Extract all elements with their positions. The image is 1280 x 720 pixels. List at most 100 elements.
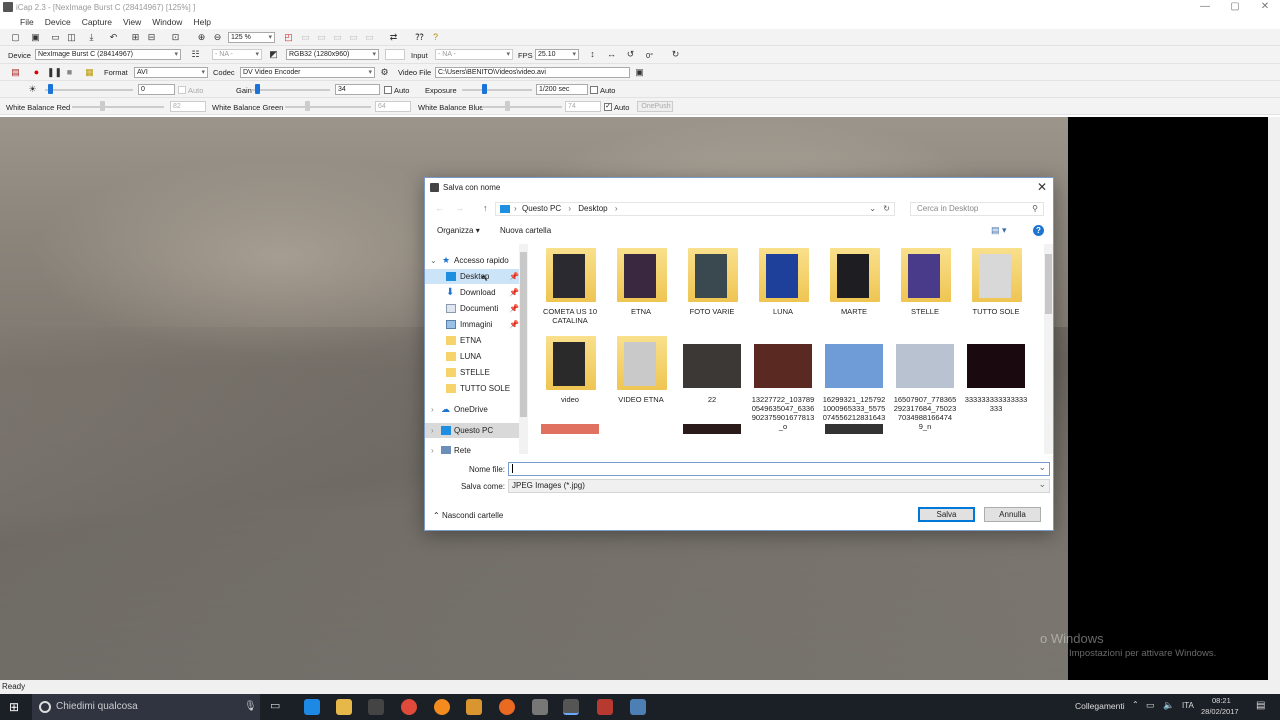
nav-stelle[interactable]: STELLE — [425, 365, 521, 380]
wb-auto-checkbox[interactable]: ✓ — [604, 103, 612, 111]
nav-tutto-sole[interactable]: TUTTO SOLE — [425, 381, 521, 396]
format-icon[interactable]: ◩ — [268, 49, 279, 60]
hide-folders-toggle[interactable]: ⌃ Nascondi cartelle — [433, 511, 503, 520]
folder-item[interactable]: VIDEO ETNA — [608, 336, 674, 422]
breadcrumb-questo-pc[interactable]: Questo PC — [522, 204, 561, 213]
edge-icon[interactable] — [304, 699, 320, 715]
exposure-value[interactable]: 1/200 sec — [536, 84, 588, 95]
organize-menu[interactable]: Organizza ▾ — [437, 226, 480, 235]
language-indicator[interactable]: ITA — [1182, 701, 1194, 710]
menu-device[interactable]: Device — [45, 17, 71, 27]
address-dropdown-icon[interactable]: ⌄ — [869, 203, 876, 215]
gain-slider-thumb[interactable] — [255, 84, 260, 94]
open-icon[interactable]: ▭ — [50, 32, 61, 43]
device-select[interactable]: NexImage Burst C (28414967) — [35, 49, 181, 60]
refresh-icon[interactable]: ↻ — [883, 203, 890, 215]
record-icon[interactable]: ◰ — [283, 32, 294, 43]
properties-icon[interactable]: ☷ — [190, 49, 201, 60]
explorer-icon[interactable] — [336, 699, 352, 715]
dialog-close-button[interactable]: ✕ — [1037, 180, 1047, 194]
notifications-icon[interactable]: ▤ — [1256, 700, 1265, 711]
collegamenti-toolbar[interactable]: Collegamenti — [1075, 701, 1125, 711]
pause-icon[interactable]: ❚❚ — [47, 67, 62, 78]
folder-item[interactable]: LUNA — [750, 248, 816, 334]
image-file-item[interactable]: 16299321_1257921000965333_55750745562128… — [821, 336, 887, 431]
record-button-icon[interactable]: ● — [31, 67, 42, 78]
layout-icon[interactable]: ⊡ — [170, 32, 181, 43]
save-icon[interactable]: ▣ — [30, 32, 41, 43]
videoformat-select[interactable]: RGB32 (1280x960) — [286, 49, 379, 60]
codec-properties-icon[interactable]: ⚙ — [379, 67, 390, 78]
nav-documenti[interactable]: Documenti 📌 — [425, 301, 521, 316]
folder-item[interactable]: FOTO VARIE — [679, 248, 745, 334]
app-gear-icon[interactable] — [532, 699, 548, 715]
folder-item[interactable]: TUTTO SOLE — [963, 248, 1029, 334]
flip-horizontal-icon[interactable]: ↔ — [606, 49, 617, 60]
gain-value[interactable]: 34 — [335, 84, 380, 95]
help-icon[interactable]: ? — [430, 32, 441, 43]
task-view-icon[interactable]: ▭ — [270, 699, 280, 712]
nav-rete[interactable]: › Rete — [425, 443, 521, 454]
folder-item[interactable]: STELLE — [892, 248, 958, 334]
gain-slider-track[interactable] — [252, 89, 330, 91]
whatsthis-icon[interactable]: ⁇ — [414, 32, 425, 43]
dialog-search-input[interactable]: Cerca in Desktop ⚲ — [910, 202, 1044, 216]
brightness-slider-thumb[interactable] — [48, 84, 53, 94]
flip-vertical-icon[interactable]: ↕ — [587, 49, 598, 60]
image-thumbnail[interactable] — [683, 424, 741, 434]
nav-scrollbar[interactable] — [519, 244, 528, 454]
windows-start-icon[interactable]: ⊞ — [9, 700, 19, 714]
icap-icon[interactable] — [563, 699, 579, 715]
collapse-chevron-icon[interactable]: › — [431, 443, 434, 454]
zoom-select[interactable]: 125 % — [228, 32, 275, 43]
image-file-item[interactable]: 333333333333333333 — [963, 336, 1029, 422]
image-thumbnail[interactable] — [825, 424, 883, 434]
snapshot-icon[interactable]: ◫ — [66, 32, 77, 43]
address-bar[interactable]: › Questo PC › Desktop › ⌄ ↻ — [495, 202, 895, 216]
collapse-chevron-icon[interactable]: › — [431, 402, 434, 417]
exposure-slider-thumb[interactable] — [482, 84, 487, 94]
stop-icon[interactable]: ■ — [64, 67, 75, 78]
rotate-left-icon[interactable]: ↺ — [625, 49, 636, 60]
nav-download[interactable]: ⬇ Download 📌 — [425, 285, 521, 300]
vertical-scrollbar[interactable] — [1268, 117, 1280, 680]
download-icon[interactable]: ⤓ — [86, 32, 97, 43]
overlay-icon[interactable]: ⇄ — [388, 32, 399, 43]
nav-etna[interactable]: ETNA — [425, 333, 521, 348]
rotate-right-icon[interactable]: ↻ — [670, 49, 681, 60]
nav-questo-pc[interactable]: › Questo PC — [425, 423, 521, 438]
new-icon[interactable]: ▢ — [10, 32, 21, 43]
zoom-out-icon[interactable]: ⊖ — [212, 32, 223, 43]
nav-immagini[interactable]: Immagini 📌 — [425, 317, 521, 332]
app-red-icon[interactable] — [597, 699, 613, 715]
clock-date[interactable]: 28/02/2017 — [1201, 707, 1239, 716]
up-arrow-icon[interactable]: ↑ — [483, 203, 488, 213]
close-window-button[interactable]: ✕ — [1250, 0, 1280, 15]
nav-luna[interactable]: LUNA — [425, 349, 521, 364]
new-folder-button[interactable]: Nuova cartella — [500, 226, 551, 235]
menu-help[interactable]: Help — [193, 17, 210, 27]
image-file-item[interactable]: 16507907_778365292317684_750237034988166… — [892, 336, 958, 431]
app-blue-icon[interactable] — [630, 699, 646, 715]
nav-desktop[interactable]: Desktop 📌 — [425, 269, 521, 284]
maximize-button[interactable]: ▢ — [1220, 0, 1250, 15]
clock-time[interactable]: 08:21 — [1212, 696, 1231, 705]
expand-chevron-icon[interactable]: ⌄ — [430, 253, 437, 268]
image-file-item[interactable]: 22 — [679, 336, 745, 422]
undo-icon[interactable]: ↶ — [108, 32, 119, 43]
brightness-value[interactable]: 0 — [138, 84, 175, 95]
volume-icon[interactable]: 🔈 — [1163, 700, 1174, 711]
image-file-item[interactable]: 13227722_1037890549635047_63369023759016… — [750, 336, 816, 431]
app-orange-icon[interactable] — [499, 699, 515, 715]
folder-item[interactable]: video — [537, 336, 603, 422]
saveas-type-select[interactable]: JPEG Images (*.jpg) — [508, 478, 1050, 493]
fps-select[interactable]: 25.10 — [535, 49, 579, 60]
videofile-input[interactable]: C:\Users\BENITO\Videos\video.avi — [435, 67, 630, 78]
grid2-icon[interactable]: ⊟ — [146, 32, 157, 43]
dialog-help-icon[interactable]: ? — [1033, 225, 1044, 236]
nav-quick-access[interactable]: ⌄ ★ Accesso rapido — [425, 253, 521, 268]
exposure-slider-track[interactable] — [462, 89, 532, 91]
collapse-chevron-icon[interactable]: › — [431, 423, 434, 438]
firefox-icon[interactable] — [434, 699, 450, 715]
folder-item[interactable]: COMETA US 10 CATALINA — [537, 248, 603, 334]
